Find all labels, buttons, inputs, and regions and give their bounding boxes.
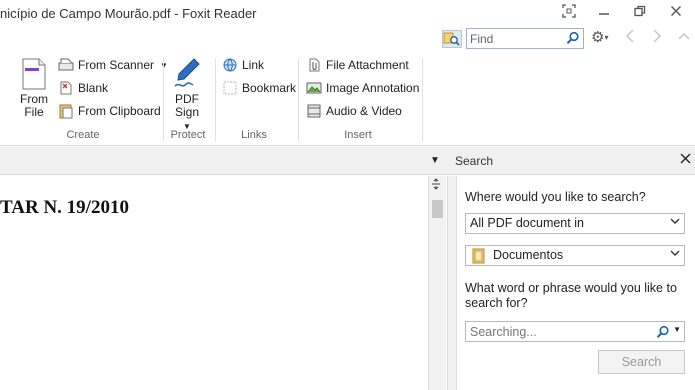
globe-link-icon (223, 58, 237, 72)
scanner-icon (58, 58, 74, 71)
bookmark-button[interactable]: Bookmark (222, 79, 296, 97)
close-pane-icon[interactable] (680, 152, 691, 167)
ribbon-divider (215, 58, 216, 142)
foxit-reader-window: nicípio de Campo Mourão.pdf - Foxit Read… (0, 0, 695, 390)
pdf-sign-label-line2-text: Sign (174, 105, 200, 119)
from-clipboard-button[interactable]: From Clipboard (58, 102, 161, 120)
from-clipboard-label: From Clipboard (78, 104, 161, 118)
ribbon: From File From Scanner ▼ Blank From Clip… (0, 52, 695, 146)
link-label: Link (242, 58, 265, 72)
file-attachment-label: File Attachment (326, 58, 409, 72)
find-box (466, 28, 584, 49)
next-result-icon[interactable] (652, 29, 662, 46)
ribbon-divider (163, 58, 164, 142)
file-attachment-button[interactable]: File Attachment (306, 56, 409, 74)
search-term-box: ▼ (465, 321, 685, 342)
links-group-label: Links (241, 129, 267, 141)
create-group-label: Create (66, 129, 100, 141)
from-file-label-line2: File (24, 105, 44, 119)
search-scope-select[interactable]: All PDF document in (465, 213, 685, 234)
new-document-icon (22, 58, 46, 90)
minimize-icon[interactable] (592, 4, 616, 22)
advanced-search-icon (443, 32, 460, 46)
window-title: nicípio de Campo Mourão.pdf - Foxit Read… (0, 6, 257, 21)
audio-video-label: Audio & Video (326, 104, 402, 118)
image-annotation-label: Image Annotation (326, 81, 420, 95)
ribbon-divider (298, 58, 299, 142)
where-label: Where would you like to search? (465, 190, 646, 204)
previous-result-icon[interactable] (625, 29, 635, 46)
document-text: TAR N. 19/2010 (0, 197, 129, 218)
blank-page-icon (60, 81, 72, 95)
restore-icon[interactable] (628, 4, 652, 22)
find-input[interactable] (470, 30, 565, 47)
fullscreen-icon[interactable] (557, 4, 581, 22)
from-scanner-label: From Scanner (78, 58, 155, 72)
gear-icon[interactable]: ⚙▾ (591, 29, 617, 47)
film-icon (307, 104, 321, 118)
blank-button[interactable]: Blank (58, 79, 108, 97)
insert-group-label: Insert (344, 129, 372, 141)
what-label-line2: search for? (465, 296, 528, 310)
split-view-icon[interactable] (431, 178, 441, 193)
search-scope-value: All PDF document in (470, 216, 584, 230)
bookmark-icon (223, 81, 237, 95)
link-button[interactable]: Link (222, 56, 264, 74)
pane-splitter[interactable] (447, 176, 457, 390)
folder-icon (472, 248, 486, 267)
scrollbar-thumb[interactable] (432, 200, 443, 218)
search-icon[interactable] (566, 31, 580, 48)
pdf-sign-button[interactable]: PDF Sign ▼ (170, 56, 204, 133)
title-bar: nicípio de Campo Mourão.pdf - Foxit Read… (0, 0, 695, 28)
advanced-search-button[interactable] (442, 30, 462, 48)
collapse-ribbon-icon[interactable] (678, 29, 690, 46)
search-term-input[interactable] (470, 324, 650, 340)
from-scanner-button[interactable]: From Scanner ▼ (58, 56, 168, 74)
search-pane-title: Search (455, 154, 494, 168)
ribbon-divider (422, 58, 423, 142)
what-label-line1: What word or phrase would you like to (465, 281, 677, 295)
bookmark-label: Bookmark (242, 81, 297, 95)
from-file-button[interactable]: From File (18, 58, 50, 119)
pane-options-icon[interactable]: ▼ (430, 155, 440, 166)
image-annotation-button[interactable]: Image Annotation (306, 79, 419, 97)
attachment-icon (309, 58, 320, 72)
audio-video-button[interactable]: Audio & Video (306, 102, 402, 120)
pane-header: ▼ Search (0, 147, 695, 175)
close-icon[interactable] (664, 4, 688, 22)
blank-label: Blank (78, 81, 109, 95)
chevron-down-icon[interactable]: ▼ (673, 325, 681, 334)
chevron-down-icon (670, 248, 680, 261)
pen-sign-icon (174, 58, 200, 87)
search-folder-select[interactable]: Documentos (465, 245, 685, 266)
image-icon (306, 82, 322, 94)
chevron-down-icon (670, 216, 680, 229)
protect-group-label: Protect (170, 129, 206, 141)
search-icon[interactable] (656, 325, 670, 342)
clipboard-icon (59, 104, 73, 119)
search-folder-value: Documentos (493, 248, 564, 262)
search-button[interactable]: Search (598, 350, 685, 374)
